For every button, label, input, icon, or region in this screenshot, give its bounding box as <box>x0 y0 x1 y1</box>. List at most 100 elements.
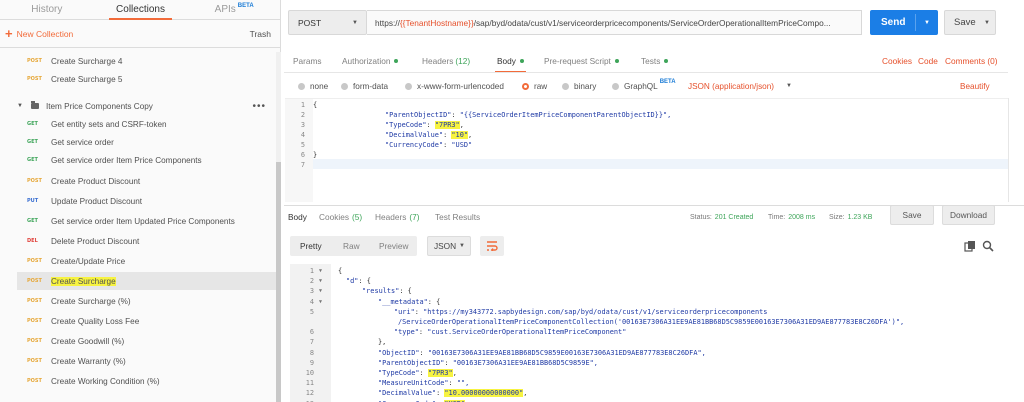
code-line: "results": { <box>362 287 412 296</box>
tab-authorization[interactable]: Authorization <box>342 51 399 71</box>
folder-item-price-components-copy[interactable]: ▼ Item Price Components Copy ••• <box>17 97 276 115</box>
request-item[interactable]: POST Create Surcharge 5 <box>17 70 276 88</box>
fold-toggle-icon[interactable]: ▼ <box>319 286 322 296</box>
tab-params[interactable]: Params <box>293 51 322 71</box>
code-line: "type": "cust.ServiceOrderOperationalIte… <box>394 328 627 337</box>
view-raw[interactable]: Raw <box>335 236 368 256</box>
tab-history[interactable]: History <box>0 0 94 19</box>
method-badge: GET <box>27 139 38 145</box>
request-list: ▼ Item Price Components Copy ••• POST Cre… <box>0 52 276 402</box>
tab-headers[interactable]: Headers (12) <box>422 51 470 71</box>
request-name: Create Surcharge (%) <box>51 296 131 306</box>
chevron-down-icon[interactable]: ▼ <box>924 20 930 26</box>
request-name: Create Quality Loss Fee <box>51 316 140 326</box>
resp-tab-cookies[interactable]: Cookies (5) <box>319 208 362 226</box>
folder-icon <box>30 101 39 109</box>
request-item[interactable]: PUT Update Product Discount <box>17 192 276 210</box>
content-type-select[interactable]: JSON (application/json) ▼ <box>688 78 792 94</box>
code-line: "d": { <box>346 277 371 286</box>
radio-graphql[interactable]: GraphQL BETA <box>612 78 676 94</box>
request-item[interactable]: POST Create Quality Loss Fee <box>17 312 276 330</box>
request-item[interactable]: GET Get service order Item Updated Price … <box>17 212 276 230</box>
send-button[interactable]: Send ▼ <box>870 10 938 35</box>
request-name: Create Product Discount <box>51 176 141 186</box>
code-line: "DecimalValue": "10", <box>385 131 473 139</box>
request-item[interactable]: POST Create Surcharge 4 <box>17 52 276 70</box>
format-select[interactable]: JSON ▼ <box>427 236 471 256</box>
radio-x-www-form-urlencoded[interactable]: x-www-form-urlencoded <box>405 78 504 94</box>
request-item[interactable]: POST Create/Update Price <box>17 252 276 270</box>
save-response-button[interactable]: Save <box>890 205 934 225</box>
trash-button[interactable]: Trash <box>250 29 271 39</box>
request-item[interactable]: POST Create Surcharge <box>17 272 276 290</box>
copy-icon[interactable] <box>964 240 976 252</box>
chevron-down-icon[interactable]: ▼ <box>984 20 990 26</box>
url-input[interactable]: https://{{TenantHostname}}/sap/byd/odata… <box>367 10 862 35</box>
line-number: 4 <box>309 297 314 306</box>
sidebar-scrollbar[interactable] <box>276 52 281 402</box>
cookies-link[interactable]: Cookies <box>882 51 912 71</box>
method-badge: GET <box>27 121 38 127</box>
beautify-link[interactable]: Beautify <box>960 78 990 94</box>
view-pretty[interactable]: Pretty <box>292 236 330 256</box>
request-item[interactable]: DEL Delete Product Discount <box>17 232 276 250</box>
sidebar-scroll-thumb[interactable] <box>276 162 281 402</box>
code-link[interactable]: Code <box>918 51 938 71</box>
request-name: Get entity sets and CSRF-token <box>51 119 167 129</box>
comments-link[interactable]: Comments (0) <box>945 51 998 71</box>
tab-tests[interactable]: Tests <box>641 51 669 71</box>
method-badge: PUT <box>27 198 39 204</box>
radio-raw[interactable]: raw <box>522 78 547 94</box>
tab-pre-request-script[interactable]: Pre-request Script <box>544 51 619 71</box>
request-item[interactable]: POST Create Working Condition (%) <box>17 372 276 390</box>
request-name: Get service order Item Updated Price Com… <box>51 216 235 226</box>
request-item[interactable]: POST Create Goodwill (%) <box>17 332 276 350</box>
response-scrollbar[interactable] <box>1012 264 1024 402</box>
response-body-viewer[interactable]: 1 ▼ {2 ▼ "d": {3 ▼ "results": {4 ▼ "__metadata":… <box>290 264 1012 402</box>
tab-body[interactable]: Body <box>495 51 526 73</box>
beta-badge: BETA <box>237 2 254 9</box>
tab-collections[interactable]: Collections <box>94 0 188 20</box>
new-collection-button[interactable]: + New Collection <box>5 27 73 40</box>
caret-down-icon[interactable]: ▼ <box>17 103 23 109</box>
resp-tab-test-results[interactable]: Test Results <box>435 208 480 226</box>
request-name: Create/Update Price <box>51 256 126 266</box>
request-item[interactable]: GET Get service order <box>17 133 276 151</box>
editor-scrollbar[interactable] <box>1008 98 1024 202</box>
request-item[interactable]: POST Create Warranty (%) <box>17 352 276 370</box>
wrap-lines-icon[interactable] <box>480 236 504 256</box>
line-number: 4 <box>300 131 305 139</box>
chevron-down-icon: ▼ <box>786 83 792 89</box>
fold-toggle-icon[interactable]: ▼ <box>319 266 322 276</box>
line-number: 2 <box>300 111 305 119</box>
body-type-options: none form-data x-www-form-urlencoded raw… <box>284 78 1024 94</box>
request-item[interactable]: GET Get service order Item Price Componen… <box>17 151 276 169</box>
save-request-button[interactable]: Save ▼ <box>944 10 996 35</box>
method-select[interactable]: POST ▼ <box>288 10 367 35</box>
radio-binary[interactable]: binary <box>562 78 596 94</box>
radio-form-data[interactable]: form-data <box>341 78 388 94</box>
radio-none[interactable]: none <box>298 78 328 94</box>
sidebar: History Collections APIs BETA + New Collec… <box>0 0 281 402</box>
code-line: "__metadata": { <box>378 297 441 306</box>
fold-toggle-icon[interactable]: ▼ <box>319 297 322 307</box>
line-number: 1 <box>309 267 314 275</box>
view-preview[interactable]: Preview <box>371 236 417 256</box>
sidebar-tabs: History Collections APIs BETA <box>0 0 281 20</box>
code-line: "TypeCode": "7PR3", <box>378 369 457 377</box>
size-readout: Size: 1.23 KB <box>829 213 873 221</box>
chevron-down-icon: ▼ <box>352 19 358 26</box>
more-options-icon[interactable]: ••• <box>252 101 266 112</box>
request-bar: POST ▼ https://{{TenantHostname}}/sap/byd… <box>284 0 1024 46</box>
search-icon[interactable] <box>982 240 994 252</box>
resp-tab-body[interactable]: Body <box>288 208 307 226</box>
request-item[interactable]: POST Create Surcharge (%) <box>17 292 276 310</box>
download-button[interactable]: Download <box>942 205 995 225</box>
request-body-editor[interactable]: 1 {2 "ParentObjectID": "{{ServiceOrderItem… <box>285 98 1008 202</box>
request-name: Create Surcharge 4 <box>51 56 123 66</box>
fold-toggle-icon[interactable]: ▼ <box>319 276 322 286</box>
resp-tab-headers[interactable]: Headers (7) <box>375 208 420 226</box>
request-item[interactable]: GET Get entity sets and CSRF-token <box>17 115 276 133</box>
tab-apis[interactable]: APIs BETA <box>187 0 281 19</box>
request-item[interactable]: POST Create Product Discount <box>17 172 276 190</box>
